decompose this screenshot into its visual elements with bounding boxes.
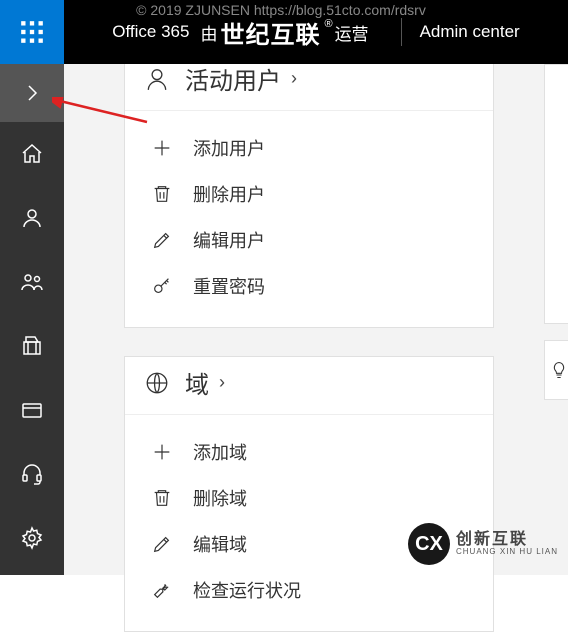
logo-text-cn: 创新互联: [456, 532, 558, 548]
by-label: 由: [200, 20, 217, 45]
sidebar-item-home[interactable]: [0, 122, 64, 186]
users-header-icon: [143, 65, 171, 93]
trash-icon: [149, 181, 175, 207]
chevron-right-icon: ›: [219, 372, 225, 393]
action-label: 删除用户: [193, 181, 265, 207]
action-label: 编辑用户: [193, 227, 265, 253]
partial-card-top: [544, 64, 568, 324]
key-icon: [149, 273, 175, 299]
chevron-right-icon: [20, 81, 44, 105]
card-domains: 域 › 添加域 删除域 编辑域 检查运行状况: [124, 356, 494, 632]
sidebar: [0, 64, 64, 575]
content-area: 活动用户 › 添加用户 删除用户 编辑用户 重置密码: [64, 64, 568, 575]
user-outline-icon: [144, 66, 170, 92]
action-edit-user[interactable]: 编辑用户: [125, 217, 493, 263]
groups-icon: [20, 270, 44, 294]
partner-label: 世纪互联: [220, 15, 320, 50]
globe-icon: [143, 369, 171, 397]
action-label: 添加域: [193, 439, 247, 465]
card-title-users: 活动用户: [185, 61, 281, 96]
header-divider: [401, 18, 402, 46]
action-add-domain[interactable]: 添加域: [125, 429, 493, 475]
branding-area: Office 365 由 世纪互联 ® 运营 Admin center: [64, 15, 568, 50]
action-label: 编辑域: [193, 531, 247, 557]
action-reset-password[interactable]: 重置密码: [125, 263, 493, 309]
admin-center-label[interactable]: Admin center: [420, 22, 520, 42]
card-icon: [20, 398, 44, 422]
sidebar-item-groups[interactable]: [0, 250, 64, 314]
action-delete-domain[interactable]: 删除域: [125, 475, 493, 521]
user-icon: [20, 206, 44, 230]
pencil-icon: [149, 227, 175, 253]
action-label: 重置密码: [193, 273, 265, 299]
action-label: 检查运行状况: [193, 577, 301, 603]
home-icon: [20, 142, 44, 166]
action-check-domain-status[interactable]: 检查运行状况: [125, 567, 493, 613]
sidebar-item-users[interactable]: [0, 186, 64, 250]
sidebar-item-billing[interactable]: [0, 314, 64, 378]
sidebar-expand-button[interactable]: [0, 64, 64, 122]
wrench-icon: [149, 577, 175, 603]
action-label: 添加用户: [193, 135, 265, 161]
top-bar: Office 365 由 世纪互联 ® 运营 Admin center: [0, 0, 568, 64]
trash-icon: [149, 485, 175, 511]
sidebar-item-settings[interactable]: [0, 506, 64, 570]
card-active-users: 活动用户 › 添加用户 删除用户 编辑用户 重置密码: [124, 60, 494, 328]
headset-icon: [20, 462, 44, 486]
gear-icon: [20, 526, 44, 550]
app-launcher-button[interactable]: [0, 0, 64, 64]
partial-card-bottom: [544, 340, 568, 400]
card-title-domains: 域: [185, 365, 209, 400]
plus-icon: [149, 439, 175, 465]
waffle-icon: [19, 19, 45, 45]
billing-icon: [20, 334, 44, 358]
logo-text-en: CHUANG XIN HU LIAN: [456, 548, 558, 556]
o365-label: Office 365: [112, 22, 189, 42]
logo-mark: CX: [408, 523, 450, 565]
pencil-icon: [149, 531, 175, 557]
card-header-users[interactable]: 活动用户 ›: [125, 61, 493, 111]
watermark-logo: CX 创新互联 CHUANG XIN HU LIAN: [408, 523, 558, 565]
card-header-domains[interactable]: 域 ›: [125, 357, 493, 415]
bulb-icon: [549, 360, 568, 380]
registered-mark: ®: [324, 18, 332, 30]
operated-label: 运营: [335, 20, 369, 45]
action-delete-user[interactable]: 删除用户: [125, 171, 493, 217]
chevron-right-icon: ›: [291, 68, 297, 89]
card-body-users: 添加用户 删除用户 编辑用户 重置密码: [125, 111, 493, 327]
sidebar-item-support[interactable]: [0, 442, 64, 506]
sidebar-item-card[interactable]: [0, 378, 64, 442]
plus-icon: [149, 135, 175, 161]
action-add-user[interactable]: 添加用户: [125, 125, 493, 171]
action-label: 删除域: [193, 485, 247, 511]
